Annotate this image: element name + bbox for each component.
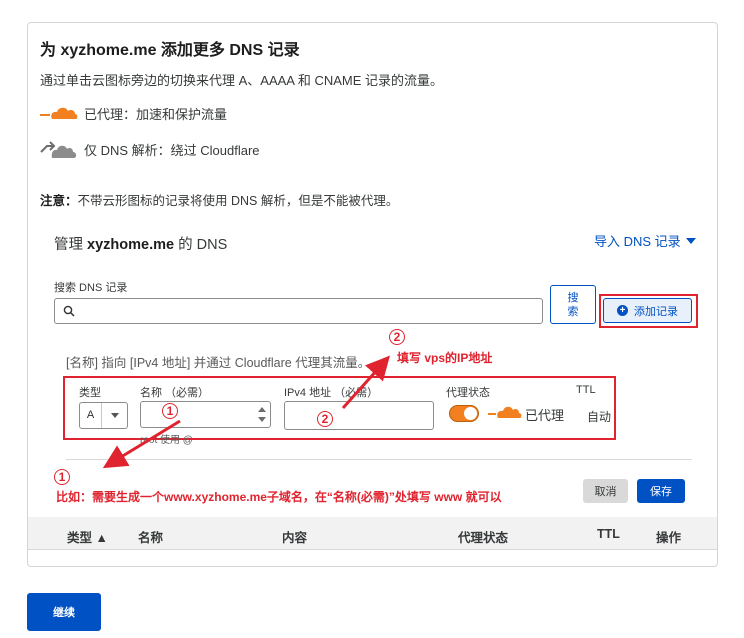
add-record-button[interactable]: + 添加记录 xyxy=(603,298,692,323)
root-hint: root 使用 @ xyxy=(140,435,193,446)
annotation-number-1-bottom: 1 xyxy=(54,469,70,485)
legend-proxied-label: 已代理：加速和保护流量 xyxy=(84,106,228,122)
spinner-arrows-icon[interactable] xyxy=(258,405,266,424)
annotation-name-note: 比如：需要生成一个www.xyzhome.me子域名，在“名称(必需)”处填写 … xyxy=(56,490,502,504)
column-content: 内容 xyxy=(282,531,308,545)
cloud-proxied-icon xyxy=(488,406,522,418)
caret-down-icon xyxy=(685,237,696,244)
plus-circle-icon: + xyxy=(617,305,628,316)
manage-dns-heading: 管理 xyzhome.me 的 DNS xyxy=(54,233,227,254)
legend-dns-only-label: 仅 DNS 解析：绕过 Cloudflare xyxy=(84,142,260,158)
annotation-ip-note: 填写 vps的IP地址 xyxy=(397,351,493,365)
note-body: 不带云形图标的记录将使用 DNS 解析，但是不能被代理。 xyxy=(77,194,399,208)
record-hint: [名称] 指向 [IPv4 地址] 并通过 Cloudflare 代理其流量。 xyxy=(66,356,371,370)
save-button[interactable]: 保存 xyxy=(637,479,685,503)
dns-setup-card: 为 xyzhome.me 添加更多 DNS 记录 通过单击云图标旁边的切换来代理… xyxy=(27,22,718,567)
manage-suffix: 的 DNS xyxy=(174,237,228,253)
proxy-toggle[interactable] xyxy=(449,405,479,422)
search-button-line1: 搜 xyxy=(567,291,579,304)
annotation-number-2: 2 xyxy=(317,411,333,427)
import-label: 导入 DNS 记录 xyxy=(594,234,681,249)
annotation-number-1: 1 xyxy=(162,403,178,419)
cancel-button[interactable]: 取消 xyxy=(583,479,628,503)
search-button-line2: 索 xyxy=(567,305,579,318)
note-text: 注意：不带云形图标的记录将使用 DNS 解析，但是不能被代理。 xyxy=(40,190,398,209)
column-ttl: TTL xyxy=(597,527,620,541)
cloud-dns-only-icon xyxy=(40,141,77,158)
records-table-header: 类型 ▲ 名称 内容 代理状态 TTL 操作 xyxy=(28,517,717,550)
page-title: 为 xyzhome.me 添加更多 DNS 记录 xyxy=(40,42,300,59)
toggle-knob xyxy=(464,407,477,420)
name-input[interactable] xyxy=(140,401,271,428)
chevron-down-icon xyxy=(102,403,127,428)
column-proxy-status: 代理状态 xyxy=(458,531,509,545)
proxy-status-label: 代理状态 xyxy=(446,387,490,399)
search-icon xyxy=(63,305,75,317)
ttl-value: 自动 xyxy=(587,410,612,424)
type-select[interactable]: A xyxy=(79,402,128,429)
annotation-number-2-top: 2 xyxy=(389,329,405,345)
manage-domain: xyzhome.me xyxy=(87,237,175,253)
divider xyxy=(66,459,692,460)
legend-proxied: 已代理：加速和保护流量 xyxy=(40,101,227,125)
search-label: 搜索 DNS 记录 xyxy=(54,282,128,294)
import-dns-records-link[interactable]: 导入 DNS 记录 xyxy=(594,231,696,250)
name-label: 名称 （必需） xyxy=(140,387,210,399)
cloud-proxied-icon xyxy=(40,107,78,119)
add-record-label: 添加记录 xyxy=(634,305,678,318)
continue-button[interactable]: 继续 xyxy=(27,593,101,631)
search-input[interactable] xyxy=(54,298,543,324)
proxy-status-value: 已代理 xyxy=(525,408,565,423)
type-select-value: A xyxy=(80,403,102,428)
ipv4-input[interactable] xyxy=(284,401,434,430)
column-type[interactable]: 类型 ▲ xyxy=(67,527,108,546)
manage-prefix: 管理 xyxy=(54,237,88,253)
type-label: 类型 xyxy=(79,387,101,399)
column-actions: 操作 xyxy=(656,531,682,545)
ttl-label: TTL xyxy=(576,384,596,396)
note-label: 注意： xyxy=(40,194,78,208)
legend-dns-only: 仅 DNS 解析：绕过 Cloudflare xyxy=(40,137,260,161)
card-description: 通过单击云图标旁边的切换来代理 A、AAAA 和 CNAME 记录的流量。 xyxy=(40,73,444,88)
column-name: 名称 xyxy=(138,531,164,545)
search-button[interactable]: 搜 索 xyxy=(550,285,596,324)
ipv4-label: IPv4 地址 （必需） xyxy=(284,387,379,399)
